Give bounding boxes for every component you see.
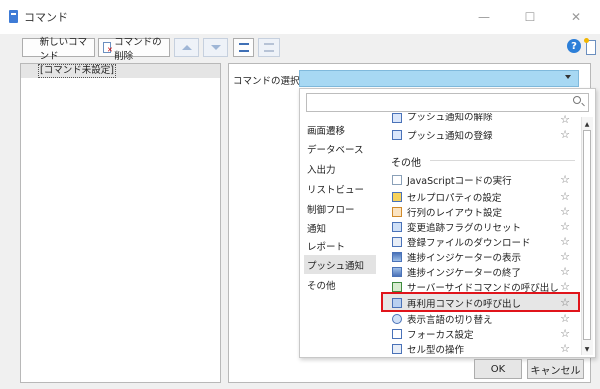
favorite-star-icon[interactable]: ☆ xyxy=(559,219,571,234)
dropdown-arrow-icon[interactable] xyxy=(565,75,571,79)
favorite-star-icon[interactable]: ☆ xyxy=(559,295,571,310)
command-item[interactable]: 進捗インジケーターの表示 xyxy=(392,249,521,264)
category-other[interactable]: その他 xyxy=(304,275,376,294)
category-control-flow[interactable]: 制御フロー xyxy=(304,199,376,218)
show-progress-icon xyxy=(392,251,402,262)
close-button[interactable]: ✕ xyxy=(553,4,599,30)
favorite-star-icon[interactable]: ☆ xyxy=(559,172,571,187)
command-item[interactable]: フォーカス設定 xyxy=(392,326,474,341)
command-item[interactable]: 変更追跡フラグのリセット xyxy=(392,219,521,234)
favorite-star-icon[interactable]: ☆ xyxy=(559,341,571,356)
favorite-star-icon[interactable]: ☆ xyxy=(559,189,571,204)
section-header-other: その他 xyxy=(391,158,421,169)
cell-type-icon xyxy=(392,343,402,354)
indent-list-icon xyxy=(238,43,249,52)
push-register-icon xyxy=(392,129,402,140)
scroll-down-icon[interactable]: ▼ xyxy=(583,345,591,353)
window-title: コマンド xyxy=(24,11,68,24)
category-screen-transition[interactable]: 画面遷移 xyxy=(304,120,376,139)
server-command-icon xyxy=(392,281,402,292)
category-listview[interactable]: リストビュー xyxy=(304,179,376,198)
delete-command-label: コマンドの削除 xyxy=(114,36,162,62)
command-item[interactable]: 行列のレイアウト設定 xyxy=(392,204,502,219)
favorite-star-icon[interactable]: ☆ xyxy=(559,326,571,341)
command-item[interactable]: 表示言語の切り替え xyxy=(392,311,493,326)
search-input[interactable] xyxy=(306,93,589,112)
scroll-up-icon[interactable]: ▲ xyxy=(583,120,591,128)
command-select-dropdown[interactable] xyxy=(299,70,579,87)
command-list-panel xyxy=(20,63,221,383)
favorite-star-icon[interactable]: ☆ xyxy=(559,112,571,123)
search-icon[interactable] xyxy=(573,96,581,104)
ok-button[interactable]: OK xyxy=(474,359,522,379)
download-file-icon xyxy=(392,236,402,247)
command-list-item[interactable]: [コマンド未設定] xyxy=(38,64,116,78)
row-column-layout-icon xyxy=(392,206,402,217)
scrollbar-thumb[interactable] xyxy=(583,130,591,340)
category-database[interactable]: データベース xyxy=(304,139,376,158)
outdent-button[interactable] xyxy=(258,38,280,57)
cancel-button[interactable]: キャンセル xyxy=(527,359,584,379)
section-divider xyxy=(430,160,575,161)
favorite-star-icon[interactable]: ☆ xyxy=(559,311,571,326)
new-document-icon xyxy=(584,38,596,55)
minimize-button[interactable]: — xyxy=(461,4,507,30)
favorite-star-icon[interactable]: ☆ xyxy=(559,204,571,219)
maximize-button[interactable]: ☐ xyxy=(507,4,553,30)
category-report[interactable]: レポート xyxy=(304,236,376,255)
app-icon xyxy=(9,10,18,23)
command-item[interactable]: セルプロパティの設定 xyxy=(392,189,501,204)
help-icon[interactable]: ? xyxy=(567,39,581,53)
command-item[interactable]: プッシュ通知の解除 xyxy=(392,113,493,123)
command-item-highlighted[interactable]: 再利用コマンドの呼び出し xyxy=(392,295,521,310)
category-io[interactable]: 入出力 xyxy=(304,159,376,178)
globe-icon xyxy=(392,313,402,324)
command-item[interactable]: 登録ファイルのダウンロード xyxy=(392,234,531,249)
favorite-star-icon[interactable]: ☆ xyxy=(559,279,571,294)
arrow-up-icon xyxy=(181,45,192,50)
favorite-star-icon[interactable]: ☆ xyxy=(559,249,571,264)
favorite-star-icon[interactable]: ☆ xyxy=(559,234,571,249)
focus-icon xyxy=(392,328,402,339)
command-item[interactable]: プッシュ通知の登録 xyxy=(392,127,493,142)
arrow-down-icon xyxy=(210,45,221,50)
command-item[interactable]: JavaScriptコードの実行 xyxy=(392,172,512,187)
hide-progress-icon xyxy=(392,266,402,277)
change-tracking-icon xyxy=(392,221,402,232)
favorite-star-icon[interactable]: ☆ xyxy=(559,264,571,279)
category-notification[interactable]: 通知 xyxy=(304,218,376,237)
move-up-button[interactable] xyxy=(174,38,199,57)
push-unregister-icon xyxy=(392,113,402,123)
command-item[interactable]: サーバーサイドコマンドの呼び出し xyxy=(392,279,559,294)
favorite-star-icon[interactable]: ☆ xyxy=(559,127,571,142)
javascript-icon xyxy=(392,174,402,185)
indent-button[interactable] xyxy=(233,38,254,57)
delete-command-button[interactable]: コマンドの削除 xyxy=(98,37,170,62)
move-down-button[interactable] xyxy=(203,38,228,57)
command-item[interactable]: セル型の操作 xyxy=(392,341,464,356)
new-command-label: 新しいコマンド xyxy=(39,36,88,62)
outdent-list-icon xyxy=(264,43,274,52)
cell-property-icon xyxy=(392,191,402,202)
new-command-button[interactable]: 新しいコマンド xyxy=(22,37,596,62)
category-push-notification[interactable]: プッシュ通知 xyxy=(304,255,376,274)
delete-document-icon xyxy=(103,42,113,54)
command-item[interactable]: 進捗インジケーターの終了 xyxy=(392,264,521,279)
command-select-label: コマンドの選択： xyxy=(233,76,310,87)
reuse-command-icon xyxy=(392,297,402,308)
